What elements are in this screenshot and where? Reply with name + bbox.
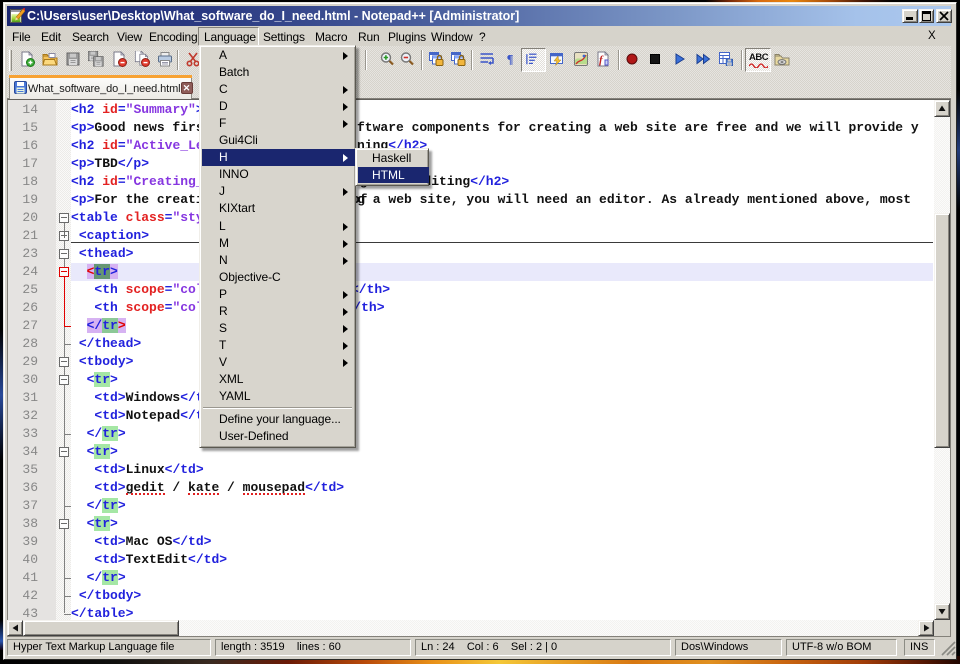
svg-text:¶: ¶ bbox=[507, 52, 514, 66]
